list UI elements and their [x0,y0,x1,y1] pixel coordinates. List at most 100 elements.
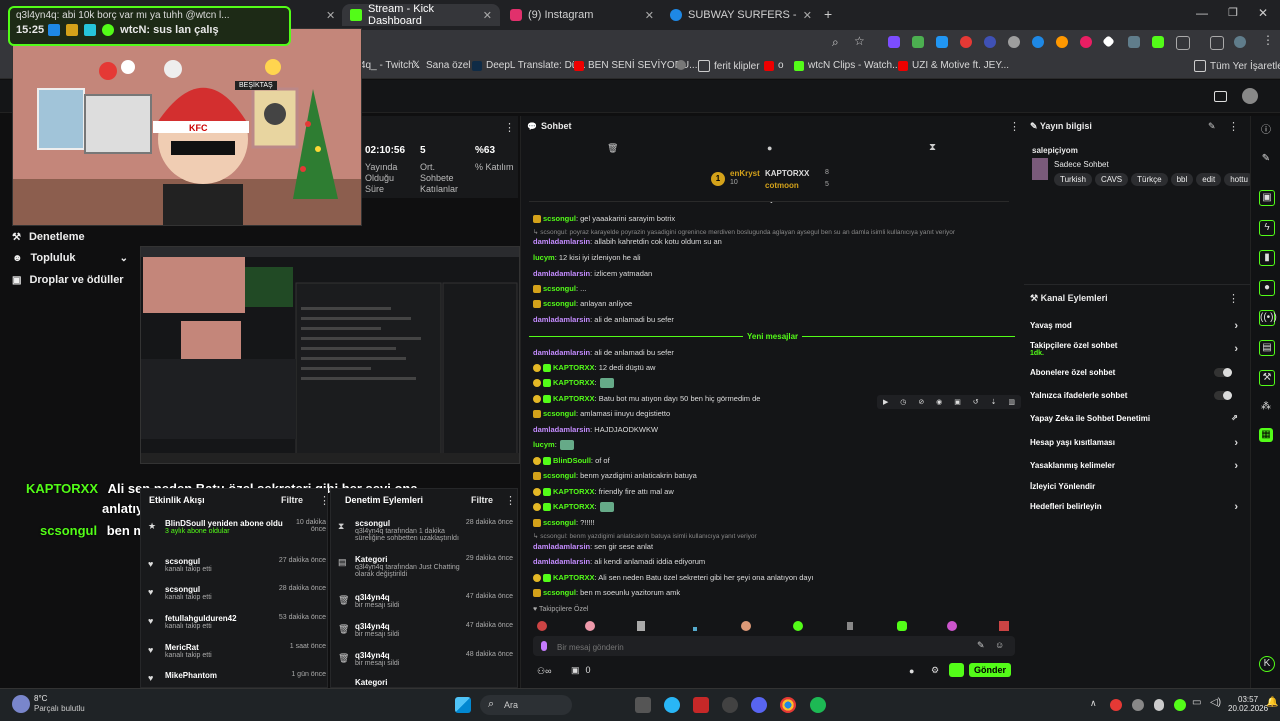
chat-bubble-icon[interactable]: ● [909,666,914,676]
nodes-icon[interactable]: ⁂ [1259,400,1273,414]
chat-username[interactable]: BlinDSoull [553,456,591,465]
chat-message[interactable]: KAPTORXX: [533,378,614,389]
bookmark-item[interactable]: wtcN Clips - Watch... [794,60,900,71]
tab-subway-surfers[interactable]: SUBWAY SURFERS - Ücretsiz Oy... ✕ [662,4,820,26]
tab-kick-dashboard[interactable]: Stream - Kick Dashboard ✕ [342,3,500,27]
chat-username[interactable]: lucym [533,440,555,449]
extension-icon[interactable] [912,36,924,48]
volume-icon[interactable]: ◁) [1210,697,1221,708]
menu-kebab-icon[interactable]: ⋮ [1228,292,1239,305]
pin-icon[interactable]: ⇣ [991,398,997,406]
emotes-only-toggle[interactable] [1214,391,1232,400]
play-icon[interactable]: ▶ [883,398,888,406]
emote-icon[interactable] [947,621,957,631]
chat-message[interactable]: damladamlarsin: ali de anlamadi bu sefer [533,348,674,357]
close-icon[interactable]: ✕ [803,9,812,22]
weather-desc[interactable]: Parçalı bulutlu [34,704,85,713]
chat-message[interactable]: scsongul: ... [533,284,586,294]
menu-kebab-icon[interactable]: ⋮ [505,494,516,507]
close-icon[interactable]: ✕ [645,9,654,22]
chat-username[interactable]: scsongul [543,299,576,308]
chat-message[interactable]: KAPTORXX: friendly fire attı mal aw [533,487,674,497]
emoji-icon[interactable]: ☺ [995,640,1004,650]
chat-message[interactable]: scsongul: gel yaaakarini sarayim botrix [533,214,675,224]
chat-message[interactable]: damladamlarsin: ali kendi anlamadi iddia… [533,557,705,566]
pencil-icon[interactable]: ✎ [1208,121,1216,132]
chat-username[interactable]: damladamlarsin [533,557,590,566]
emote-icon[interactable] [741,621,751,631]
gear-icon[interactable]: ⚙ [931,665,939,676]
chat-username[interactable]: scsongul [543,214,576,223]
action-slow-mode[interactable]: Yavaş mod › [1030,320,1242,332]
weather-icon[interactable] [12,695,30,713]
action-banned-words[interactable]: Yasaklanmış kelimeler › [1030,460,1242,472]
clip-icon[interactable]: ▣ [1259,190,1275,206]
chat-username[interactable]: scsongul [543,518,576,527]
chat-bubble-icon[interactable]: ● [767,143,772,153]
clock[interactable]: 03:57 20.02.2026 [1228,695,1268,713]
chat-message[interactable]: scsongul: benm yazdigimi anlaticakrin ba… [533,471,697,481]
star-icon[interactable]: ☆ [854,34,865,48]
extension-icon[interactable] [1080,36,1092,48]
wrench-icon[interactable]: ⚒ [1259,370,1275,386]
copy-icon[interactable]: ▣ [954,398,961,406]
spotify-icon[interactable] [810,697,826,713]
chat-username[interactable]: KAPTORXX [553,502,595,511]
chat-username[interactable]: KAPTORXX [553,394,595,403]
emote-icon[interactable] [537,621,547,631]
chat-username[interactable]: damladamlarsin [533,348,590,357]
taskbar-search[interactable]: ⌕ Ara [480,695,572,715]
bookmark-item[interactable]: 4q_ - Twitch [360,60,414,71]
chat-message[interactable]: KAPTORXX: Batu bot mu atıyon dayı 50 ben… [533,394,760,404]
action-ai-moderation[interactable]: Yapay Zeka ile Sohbet Denetimi ⇗ [1030,413,1242,423]
puzzle-extensions-icon[interactable] [1176,36,1190,50]
chevron-up-icon[interactable]: ∧ [1090,698,1097,709]
emote-icon[interactable] [793,621,803,631]
nav-denetleme[interactable]: ⚒ Denetleme [12,231,85,243]
chat-message[interactable]: BlinDSoull: of of [533,456,610,466]
tab-instagram[interactable]: (9) Instagram ✕ [502,4,662,26]
kick-counter[interactable]: ▣ 0 [571,665,591,676]
chat-message[interactable]: scsongul: anlayan anliyoe [533,299,632,309]
tray-icon[interactable] [1110,699,1122,711]
extension-icon[interactable] [1032,36,1044,48]
extension-icon[interactable] [1008,36,1020,48]
bookmark-folder-all[interactable]: Tüm Yer İşaretleri [1194,60,1280,72]
extension-icon[interactable] [1152,36,1164,48]
chat-message[interactable]: KAPTORXX: [533,502,614,513]
chat-message[interactable]: scsongul: ben m soeunlu yazitorum amk [533,588,680,598]
chat-bubble-icon[interactable]: ● [1259,280,1275,296]
layout-icon[interactable] [1214,91,1227,102]
ai-tools-icon[interactable]: ✎ [977,640,985,651]
lightning-icon[interactable]: ϟ [1259,220,1275,236]
chat-message-input[interactable] [555,638,959,656]
chat-username[interactable]: damladamlarsin [533,237,590,246]
chat-username[interactable]: scsongul [543,409,576,418]
chat-username[interactable]: KAPTORXX [553,378,595,387]
chat-message[interactable]: scsongul: ?!!!!! [533,518,595,528]
kick-logo-icon[interactable] [949,663,964,677]
chat-message[interactable]: damladamlarsin: sen gir sese anlat [533,542,653,551]
extension-icon[interactable] [888,36,900,48]
menu-kebab-icon[interactable]: ⋮ [504,121,515,134]
tray-icon[interactable] [1132,699,1144,711]
pencil-icon[interactable]: ✎ [1259,152,1273,166]
action-followers-only[interactable]: Takipçilere özel sohbet 1dk. › [1030,341,1242,357]
clock-icon[interactable]: ◷ [900,398,906,406]
microphone-icon[interactable] [1154,699,1164,711]
bookmark-folder[interactable]: ferit klipler [698,60,760,72]
info-icon[interactable]: ⓘ [1259,124,1273,138]
action-goals[interactable]: Hedefleri belirleyin › [1030,501,1242,513]
discord-icon[interactable] [751,697,767,713]
nav-topluluk[interactable]: ☻ Topluluk ⌄ [12,252,128,264]
chat-message[interactable]: lucym: 12 kisi iyi izleniyon he ali [533,253,641,262]
window-close-icon[interactable]: ✕ [1258,6,1268,20]
chat-username[interactable]: KAPTORXX [553,487,595,496]
extension-icon[interactable] [1128,36,1140,48]
bookmark-item[interactable]: UZI & Motive ft. JEY... [898,60,1009,71]
chat-message[interactable]: damladamlarsin: allabih kahretdin cok ko… [533,237,722,246]
chat-username[interactable]: lucym [533,253,555,262]
chat-message[interactable]: scsongul: amlamasi iinuyu degistietto [533,409,670,419]
chat-message[interactable]: KAPTORXX: 12 dedi düştü aw [533,363,655,373]
app-icon[interactable] [722,697,738,713]
